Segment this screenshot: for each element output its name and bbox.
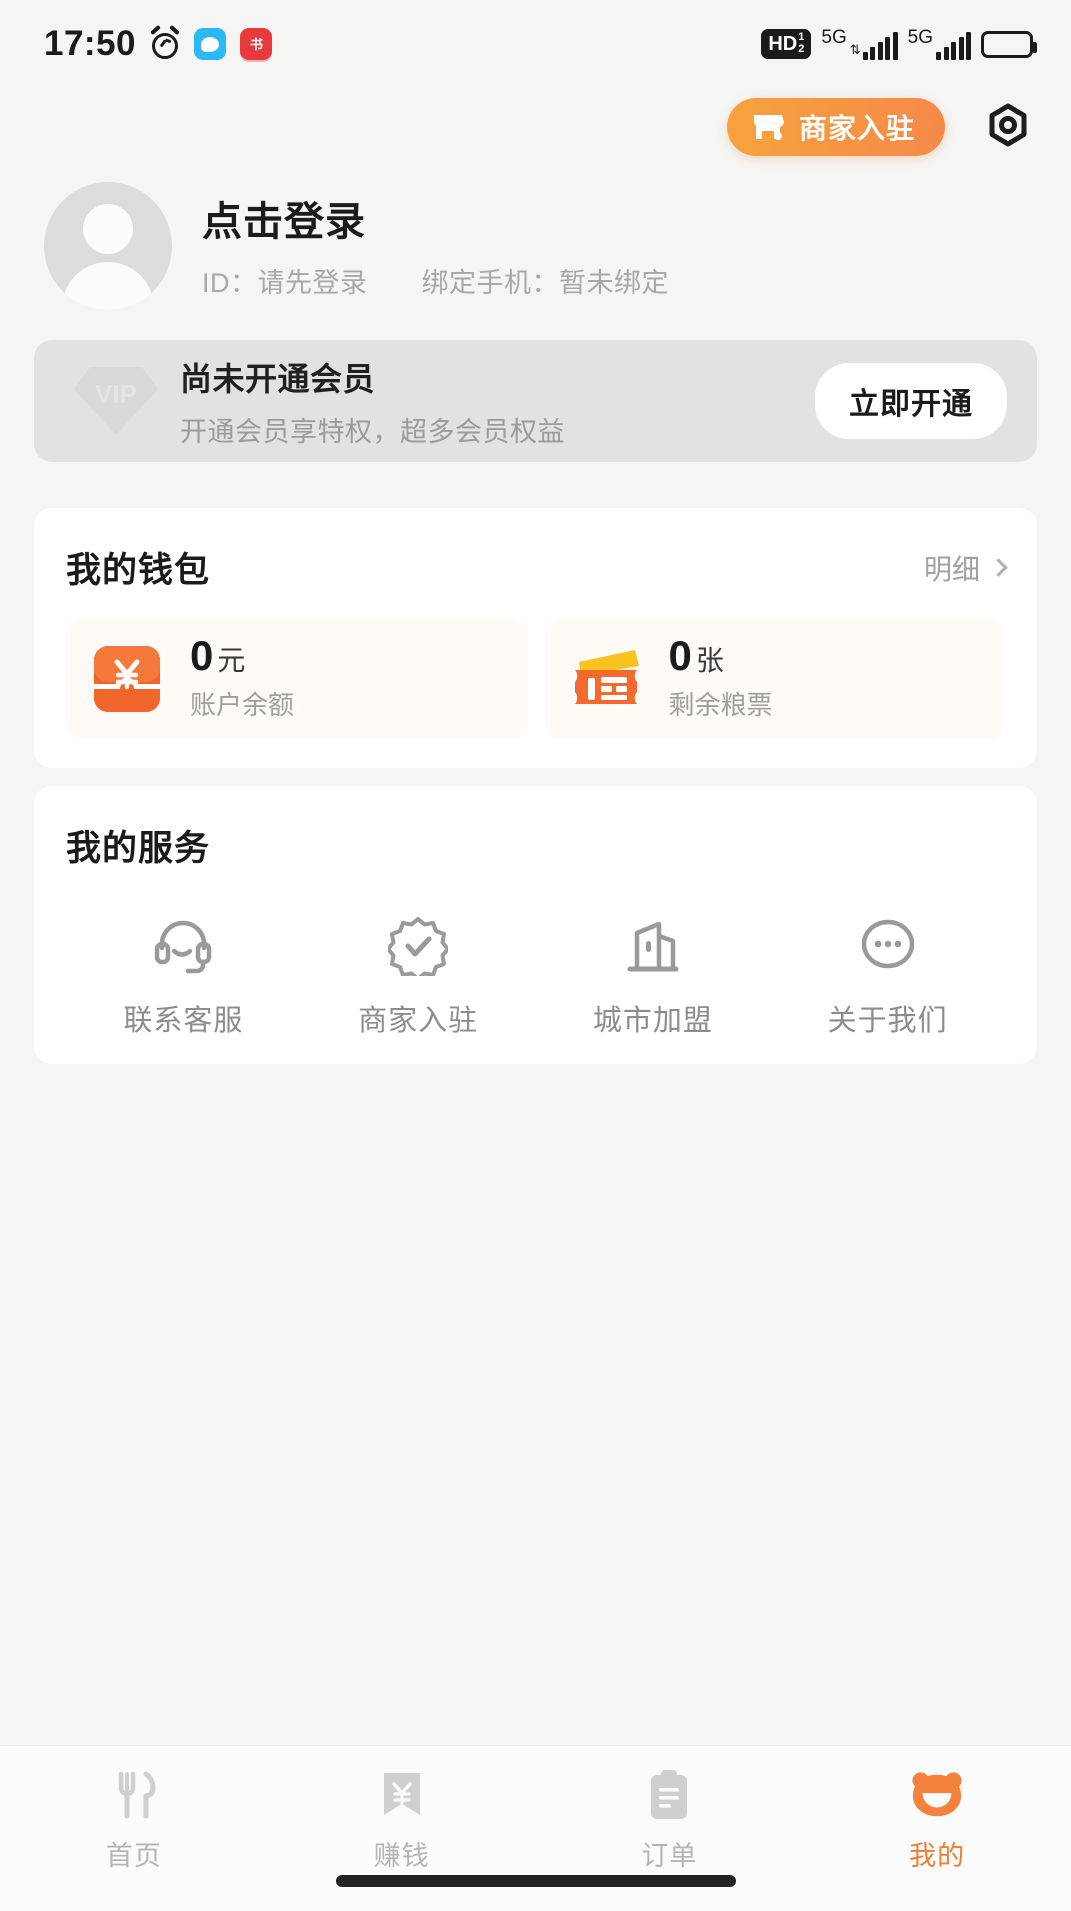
- status-bar: 17:50 书 HD 1 2 5G ⇅ 5G: [0, 0, 1071, 88]
- profile-meta: ID：请先登录 绑定手机：暂未绑定: [202, 261, 669, 300]
- service-label: 关于我们: [827, 1005, 948, 1037]
- merchant-signup-label: 商家入驻: [798, 113, 915, 144]
- vip-card[interactable]: VIP 尚未开通会员 开通会员享特权，超多会员权益 立即开通: [34, 340, 1037, 462]
- login-prompt[interactable]: 点击登录: [202, 189, 669, 247]
- service-label: 城市加盟: [592, 1005, 713, 1037]
- services-grid: 联系客服 商家入驻 城市加盟 关于我们: [66, 915, 1005, 1039]
- user-id-text: ID：请先登录: [202, 267, 368, 298]
- chat-app-icon: [194, 28, 227, 60]
- merchant-signup-button[interactable]: 商家入驻: [726, 98, 945, 156]
- food-ticket-icon: [567, 640, 645, 718]
- bear-face-icon: [910, 1768, 964, 1822]
- profile-text: 点击登录 ID：请先登录 绑定手机：暂未绑定: [202, 189, 669, 304]
- wallet-item-value: 0 张: [669, 635, 773, 679]
- app-screen: 17:50 书 HD 1 2 5G ⇅ 5G 商家入驻 点击登录 ID：请先登录…: [0, 0, 1071, 1911]
- verified-badge-icon: [387, 915, 449, 977]
- avatar[interactable]: [44, 182, 172, 310]
- wallet-item-text: 0 张 剩余粮票: [669, 635, 773, 722]
- tab-home[interactable]: 首页: [0, 1768, 268, 1873]
- yuan-wallet-icon: [88, 640, 166, 718]
- service-label: 联系客服: [123, 1005, 244, 1037]
- clipboard-icon: [642, 1768, 696, 1822]
- hd-label: HD: [768, 33, 798, 55]
- tab-earn[interactable]: 赚钱: [268, 1768, 536, 1873]
- wallet-item-balance[interactable]: 0 元 账户余额: [66, 619, 527, 738]
- vip-badge-icon: VIP: [70, 361, 162, 441]
- balance-label: 账户余额: [190, 690, 295, 720]
- ellipsis-circle-icon: [857, 915, 919, 977]
- headset-icon: [152, 915, 214, 977]
- coupon-value: 0: [668, 632, 692, 679]
- status-bar-left: 17:50 书: [44, 24, 273, 64]
- tab-label: 订单: [641, 1841, 698, 1871]
- service-item-about-us[interactable]: 关于我们: [770, 915, 1005, 1039]
- tab-label: 我的: [909, 1841, 966, 1871]
- sim2-network-label: 5G: [907, 27, 933, 48]
- status-bar-time: 17:50: [44, 24, 137, 63]
- wallet-item-coupons[interactable]: 0 张 剩余粮票: [544, 619, 1005, 738]
- alarm-icon: [150, 24, 180, 59]
- service-item-customer-service[interactable]: 联系客服: [66, 915, 301, 1039]
- status-bar-right: HD 1 2 5G ⇅ 5G: [761, 27, 1037, 60]
- data-arrows-icon: ⇅: [849, 42, 861, 57]
- balance-unit: 元: [217, 645, 246, 676]
- wallet-title: 我的钱包: [66, 551, 211, 590]
- signal-sim1: 5G ⇅: [821, 27, 898, 60]
- home-indicator: [335, 1875, 736, 1887]
- vip-subtitle: 开通会员享特权，超多会员权益: [180, 416, 565, 447]
- cutlery-icon: [107, 1768, 161, 1822]
- tab-label: 赚钱: [373, 1841, 430, 1871]
- service-label: 商家入驻: [358, 1005, 479, 1037]
- vip-text: 尚未开通会员 开通会员享特权，超多会员权益: [180, 354, 565, 449]
- building-icon: [622, 915, 684, 977]
- money-ticket-icon: [375, 1768, 429, 1822]
- wallet-item-text: 0 元 账户余额: [190, 635, 294, 722]
- service-item-city-franchise[interactable]: 城市加盟: [536, 915, 771, 1039]
- settings-button[interactable]: [979, 98, 1037, 156]
- signal-bars-icon: [936, 32, 971, 60]
- balance-value: 0: [190, 632, 214, 679]
- wallet-detail-link[interactable]: 明细: [923, 548, 1008, 588]
- sim1-network-label: 5G: [821, 27, 847, 48]
- gear-icon: [989, 103, 1027, 147]
- coupon-label: 剩余粮票: [668, 690, 773, 720]
- wallet-card-header: 我的钱包 明细: [66, 542, 1008, 593]
- signal-sim2: 5G: [908, 28, 971, 60]
- services-title: 我的服务: [66, 829, 211, 868]
- svg-text:VIP: VIP: [95, 379, 137, 409]
- bound-phone-text: 绑定手机：暂未绑定: [421, 267, 669, 298]
- vip-activate-button[interactable]: 立即开通: [815, 363, 1007, 439]
- tab-orders[interactable]: 订单: [536, 1768, 804, 1873]
- profile-header[interactable]: 点击登录 ID：请先登录 绑定手机：暂未绑定: [44, 182, 669, 310]
- hd-sub-bottom: 2: [798, 43, 805, 55]
- hd-voice-icon: HD 1 2: [761, 29, 812, 59]
- coupon-unit: 张: [695, 645, 724, 676]
- wallet-card: 我的钱包 明细 0 元 账户余额 0 张 剩余粮票: [34, 508, 1037, 768]
- chevron-right-icon: [989, 558, 1008, 577]
- wallet-items: 0 元 账户余额 0 张 剩余粮票: [66, 619, 1005, 738]
- tab-mine[interactable]: 我的: [803, 1768, 1071, 1873]
- shop-icon: [753, 115, 784, 140]
- wallet-item-value: 0 元: [190, 635, 294, 679]
- wallet-detail-label: 明细: [923, 553, 980, 585]
- service-item-merchant-signup[interactable]: 商家入驻: [301, 915, 536, 1039]
- bottom-tab-bar: 首页 赚钱 订单 我的: [0, 1745, 1071, 1911]
- vip-title: 尚未开通会员: [180, 360, 376, 397]
- header-actions: 商家入驻: [726, 98, 1037, 156]
- services-card: 我的服务 联系客服 商家入驻 城市加盟 关于我们: [34, 786, 1037, 1064]
- battery-icon: [981, 30, 1037, 58]
- tab-label: 首页: [105, 1841, 162, 1871]
- signal-bars-icon: [862, 32, 898, 60]
- red-app-icon: 书: [240, 28, 273, 60]
